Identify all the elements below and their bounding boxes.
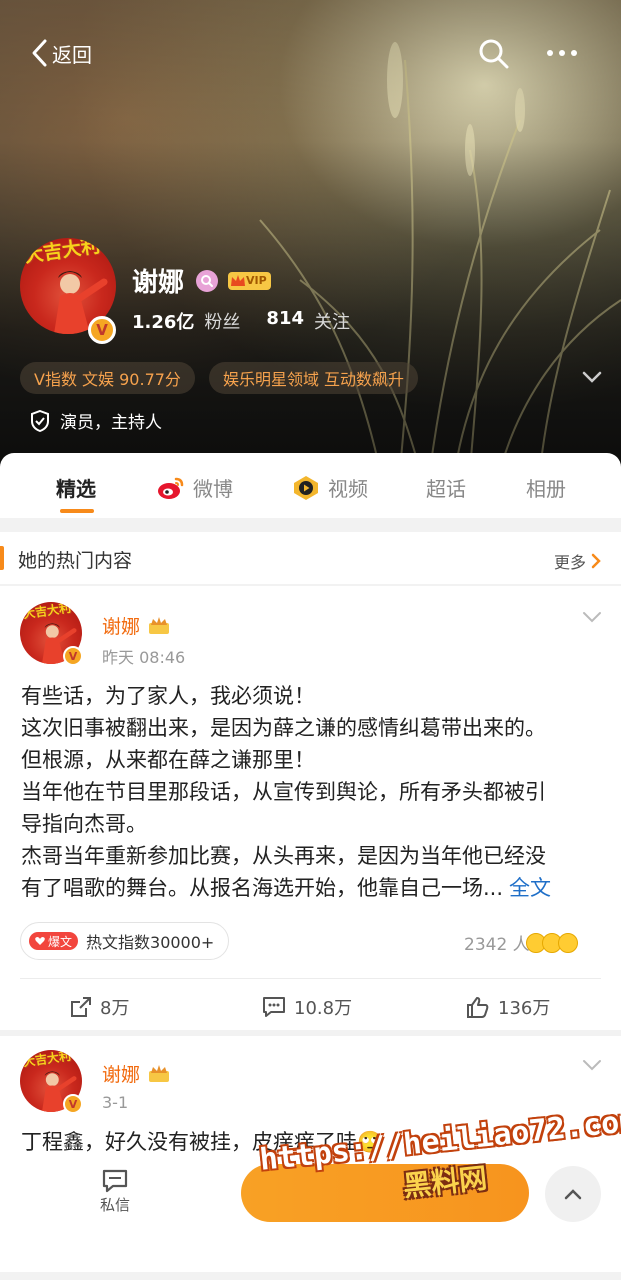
post-body[interactable]: 有些话，为了家人，我必须说！ 这次旧事被翻出来，是因为薛之谦的感情纠葛带出来的。…: [21, 680, 606, 904]
role-info: 演员，主持人: [30, 408, 162, 433]
tab-album[interactable]: 相册: [526, 473, 566, 502]
chevron-right-icon: [591, 553, 601, 569]
super-fan-badge-icon[interactable]: [196, 269, 219, 292]
tab-weibo[interactable]: 微博: [157, 473, 233, 502]
reactions-count: 2342 人: [464, 935, 530, 955]
search-icon[interactable]: [478, 38, 510, 70]
tab-super-topic[interactable]: 超话: [426, 473, 466, 502]
tab-video[interactable]: 视频: [292, 473, 368, 502]
tab-featured-label: 精选: [56, 477, 96, 501]
hot-content-title: 她的热门内容: [18, 550, 133, 572]
crown-icon: [149, 1064, 170, 1082]
profile-tabs: 精选 微博 视频 超话 相册: [0, 453, 621, 518]
post-time: 3-1: [102, 1093, 129, 1112]
back-button[interactable]: 返回: [30, 38, 92, 68]
vip-badge[interactable]: VIP: [228, 271, 271, 290]
hot-content-header: 她的热门内容 更多: [0, 532, 621, 584]
profile-name: 谢娜: [132, 268, 185, 298]
post-line: 有些话，为了家人，我必须说！: [21, 684, 315, 708]
following-label[interactable]: 关注: [314, 308, 350, 334]
comment-button[interactable]: 10.8万: [262, 994, 352, 1020]
thumbs-up-icon: [467, 997, 489, 1018]
tab-weibo-label: 微博: [193, 477, 233, 501]
chat-icon: [102, 1169, 128, 1193]
crown-icon: [149, 616, 170, 634]
post-card[interactable]: 大吉大利 V 谢娜 昨天 08:46 有些话，为了家人，我必须说！ 这次旧事被翻…: [0, 586, 621, 1030]
chevron-left-icon: [32, 39, 47, 67]
tab-super-topic-label: 超话: [426, 477, 466, 501]
post-author-avatar[interactable]: 大吉大利 V: [20, 602, 83, 666]
post-author-avatar[interactable]: 大吉大利 V: [20, 1050, 83, 1114]
post-line: 导指向杰哥。: [21, 812, 147, 836]
verified-badge: V: [63, 646, 83, 666]
private-message-button[interactable]: 私信: [100, 1168, 130, 1215]
post-time: 昨天 08:46: [102, 648, 186, 667]
weibo-icon: [158, 477, 184, 499]
hot-post-badge: 爆文: [29, 932, 79, 950]
following-count[interactable]: 814: [266, 308, 304, 334]
domain-tag[interactable]: 娱乐明星领域 互动数飙升: [208, 362, 419, 394]
crown-icon: [231, 274, 246, 286]
message-label: 私信: [100, 1196, 131, 1214]
hot-index-chip[interactable]: 爆文 热文指数30000+: [20, 922, 230, 960]
smile-emoji-icon: [557, 932, 578, 953]
profile-header: 返回 大吉大利 V 谢娜 VIP 1.26亿 粉丝 814 关注 V指数 文娱 …: [0, 0, 621, 470]
hot-index-text: 热文指数30000+: [86, 933, 215, 952]
back-label: 返回: [52, 42, 92, 67]
v-index-tag[interactable]: V指数 文娱 90.77分: [20, 362, 195, 394]
post-line: 当年他在节目里那段话，从宣传到舆论，所有矛头都被引: [21, 780, 546, 804]
post-author-name[interactable]: 谢娜: [102, 1060, 140, 1087]
verified-badge: V: [88, 316, 116, 344]
post-author-name[interactable]: 谢娜: [102, 612, 140, 639]
comment-icon: [263, 997, 285, 1017]
post-line: 杰哥当年重新参加比赛，从头再来，是因为当年他已经没: [21, 844, 546, 868]
repost-button[interactable]: 8万: [70, 994, 129, 1020]
shield-icon: [31, 409, 49, 432]
chevron-down-icon[interactable]: [582, 370, 602, 384]
role-text: 演员，主持人: [60, 413, 162, 433]
followers-count[interactable]: 1.26亿: [132, 308, 194, 334]
vip-label: VIP: [246, 274, 267, 287]
tab-album-label: 相册: [526, 477, 566, 501]
post-line: 这次旧事被翻出来，是因为薛之谦的感情纠葛带出来的。: [21, 716, 546, 740]
followers-label[interactable]: 粉丝: [204, 308, 240, 334]
verified-badge: V: [63, 1094, 83, 1114]
more-button[interactable]: 更多: [554, 549, 602, 573]
post-line: 有了唱歌的舞台。从报名海选开始，他靠自己一场...: [21, 876, 504, 900]
video-icon: [294, 475, 318, 500]
tab-featured[interactable]: 精选: [56, 473, 96, 502]
post-line: 但根源，从来都在薛之谦那里！: [21, 748, 315, 772]
chevron-down-icon[interactable]: [582, 610, 602, 624]
tab-video-label: 视频: [328, 477, 368, 501]
chevron-down-icon[interactable]: [582, 1058, 602, 1072]
active-tab-indicator: [60, 509, 94, 513]
more-options-icon[interactable]: [545, 40, 579, 66]
repost-icon: [71, 997, 91, 1017]
full-text-link[interactable]: 全文: [509, 876, 551, 900]
post-actions: 8万 10.8万 136万: [0, 990, 621, 1026]
reactions-summary[interactable]: 2342 人: [464, 930, 578, 955]
heart-icon: [35, 937, 45, 945]
profile-avatar[interactable]: 大吉大利 V: [20, 238, 116, 344]
more-label: 更多: [554, 553, 587, 572]
like-button[interactable]: 136万: [466, 994, 550, 1020]
